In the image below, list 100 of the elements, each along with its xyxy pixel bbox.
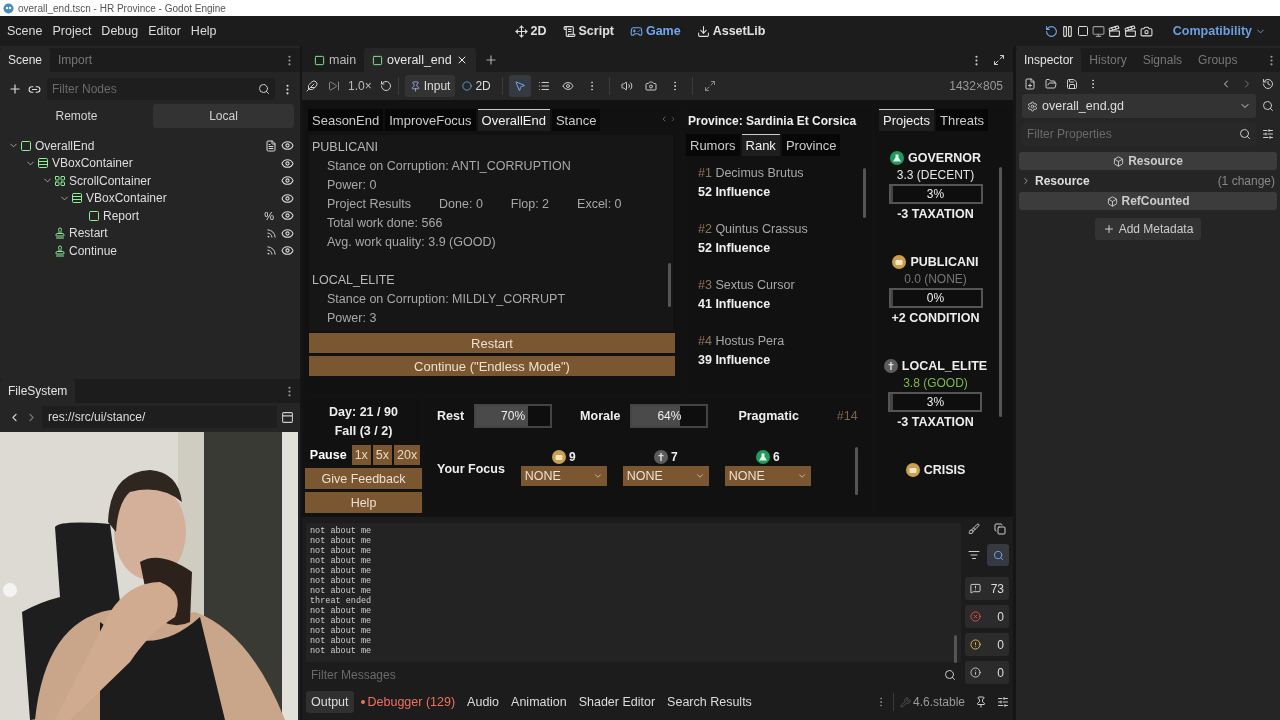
- filter-lines-icon[interactable]: [968, 549, 980, 561]
- tree-item[interactable]: ScrollContainer: [0, 172, 300, 190]
- search-icon[interactable]: [944, 669, 956, 681]
- new-file-icon[interactable]: [1024, 78, 1036, 90]
- script-icon[interactable]: [265, 139, 277, 152]
- focus-dropdown[interactable]: NONE: [520, 466, 607, 486]
- inspect-icon[interactable]: [1262, 100, 1274, 112]
- next-frame-icon[interactable]: [328, 80, 340, 92]
- workspace-tab[interactable]: Game: [623, 19, 687, 43]
- input-toggle[interactable]: Input: [404, 75, 456, 97]
- mode-toggle[interactable]: Remote: [6, 104, 147, 128]
- focus-dropdown[interactable]: NONE: [622, 466, 709, 486]
- renderer-dropdown[interactable]: Compatibility: [1166, 23, 1272, 39]
- speed-button[interactable]: 5x: [372, 445, 393, 465]
- search-icon[interactable]: [258, 83, 270, 95]
- pin-icon[interactable]: [975, 696, 987, 708]
- pause-icon[interactable]: [1060, 24, 1074, 38]
- history-icon[interactable]: [1262, 78, 1274, 90]
- speed-button[interactable]: Pause: [306, 445, 350, 465]
- report-tab[interactable]: Stance: [551, 109, 601, 131]
- save-icon[interactable]: [1066, 78, 1078, 90]
- province-tab[interactable]: Rank: [741, 134, 780, 156]
- mode-toggle[interactable]: Local: [153, 104, 294, 128]
- search-icon[interactable]: [992, 549, 1004, 561]
- menu-item[interactable]: Scene: [2, 20, 48, 42]
- speaker-icon[interactable]: [620, 80, 633, 92]
- clapperboard-icon[interactable]: [1123, 24, 1137, 38]
- menu-item[interactable]: Editor: [143, 20, 186, 42]
- focus-dropdown[interactable]: NONE: [724, 466, 811, 486]
- eye-icon[interactable]: [281, 156, 294, 170]
- dock-tab[interactable]: History: [1081, 48, 1135, 72]
- list-icon[interactable]: [537, 80, 550, 92]
- projects-tab[interactable]: Projects: [879, 109, 934, 131]
- workspace-tab[interactable]: AssetLib: [690, 19, 772, 43]
- editor-tab[interactable]: main: [306, 48, 365, 72]
- tree-item[interactable]: Continue: [0, 242, 300, 260]
- message-filter-toggle[interactable]: 0: [965, 661, 1009, 684]
- bottom-tab[interactable]: Debugger (129): [355, 691, 461, 713]
- reload-icon[interactable]: [1044, 24, 1058, 38]
- report-tab[interactable]: ImproveFocus: [385, 109, 476, 131]
- eye-icon[interactable]: [281, 139, 294, 153]
- eye-icon[interactable]: [281, 174, 294, 188]
- menu-item[interactable]: Help: [185, 20, 222, 42]
- dock-tab[interactable]: Inspector: [1016, 48, 1082, 72]
- sliders-icon[interactable]: [997, 696, 1009, 708]
- add-tab-icon[interactable]: [483, 53, 498, 67]
- brush-icon[interactable]: [968, 523, 980, 535]
- bottom-tab[interactable]: Audio: [462, 691, 505, 713]
- stop-icon[interactable]: [1076, 25, 1089, 37]
- report-tab[interactable]: SeasonEnd: [308, 109, 384, 131]
- tree-item[interactable]: Report %: [0, 207, 300, 225]
- bottom-tab[interactable]: Output: [306, 691, 354, 713]
- editor-tab[interactable]: overall_end: [364, 48, 476, 72]
- game-button[interactable]: Restart: [309, 333, 675, 353]
- speed-button[interactable]: 20x: [394, 445, 421, 465]
- bottom-tab[interactable]: Shader Editor: [573, 691, 661, 713]
- eye-icon[interactable]: [561, 80, 574, 92]
- bottom-tab[interactable]: Search Results: [662, 691, 757, 713]
- report-tab[interactable]: OverallEnd: [477, 109, 550, 131]
- tree-item[interactable]: Restart: [0, 224, 300, 242]
- tree-item[interactable]: VBoxContainer: [0, 154, 300, 172]
- workspace-tab[interactable]: 2D: [508, 19, 553, 43]
- path-field[interactable]: res://src/ui/stance/: [42, 406, 277, 428]
- projects-tab[interactable]: Threats: [935, 109, 989, 131]
- resource-dropdown[interactable]: overall_end.gd: [1022, 94, 1256, 118]
- reset-icon[interactable]: [379, 80, 392, 92]
- dock-tab[interactable]: FileSystem: [0, 379, 76, 403]
- menu-item[interactable]: Debug: [96, 20, 144, 42]
- dock-tab[interactable]: Import: [50, 48, 101, 72]
- filter-field[interactable]: Filter Nodes: [47, 78, 275, 100]
- tree-item[interactable]: VBoxContainer: [0, 189, 300, 207]
- add-metadata-button[interactable]: Add Metadata: [1094, 218, 1202, 240]
- signal-icon[interactable]: [266, 245, 277, 257]
- game-button[interactable]: Give Feedback: [305, 468, 422, 489]
- property-group[interactable]: Resource (1 change): [1019, 172, 1277, 190]
- tools-icon[interactable]: [1262, 128, 1274, 140]
- panel-icon[interactable]: [281, 410, 294, 424]
- dock-tab[interactable]: Signals: [1134, 48, 1191, 72]
- tree-item[interactable]: OverallEnd: [0, 137, 300, 155]
- clapperboard-icon[interactable]: [1107, 24, 1121, 38]
- dock-tab[interactable]: Scene: [0, 48, 51, 72]
- dock-tab[interactable]: Groups: [1190, 48, 1246, 72]
- eye-icon[interactable]: [281, 191, 294, 205]
- eye-icon[interactable]: [281, 226, 294, 240]
- search-icon[interactable]: [1239, 128, 1251, 140]
- game-button[interactable]: Help: [305, 492, 422, 513]
- camera-icon[interactable]: [1139, 24, 1153, 38]
- camera-icon[interactable]: [644, 80, 657, 92]
- eye-icon[interactable]: [281, 209, 294, 223]
- feather-icon[interactable]: [306, 80, 318, 92]
- message-filter-toggle[interactable]: 0: [965, 605, 1009, 628]
- scrollbar[interactable]: [668, 263, 671, 307]
- eye-icon[interactable]: [281, 244, 294, 258]
- scrollbar[interactable]: [999, 167, 1002, 417]
- arrow-left-icon[interactable]: [660, 114, 668, 123]
- province-tab[interactable]: Rumors: [686, 134, 740, 156]
- fullscreen-icon[interactable]: [993, 54, 1005, 66]
- mode-button[interactable]: 2D: [457, 75, 496, 97]
- folder-icon[interactable]: [1045, 78, 1057, 90]
- scrollbar[interactable]: [855, 447, 858, 495]
